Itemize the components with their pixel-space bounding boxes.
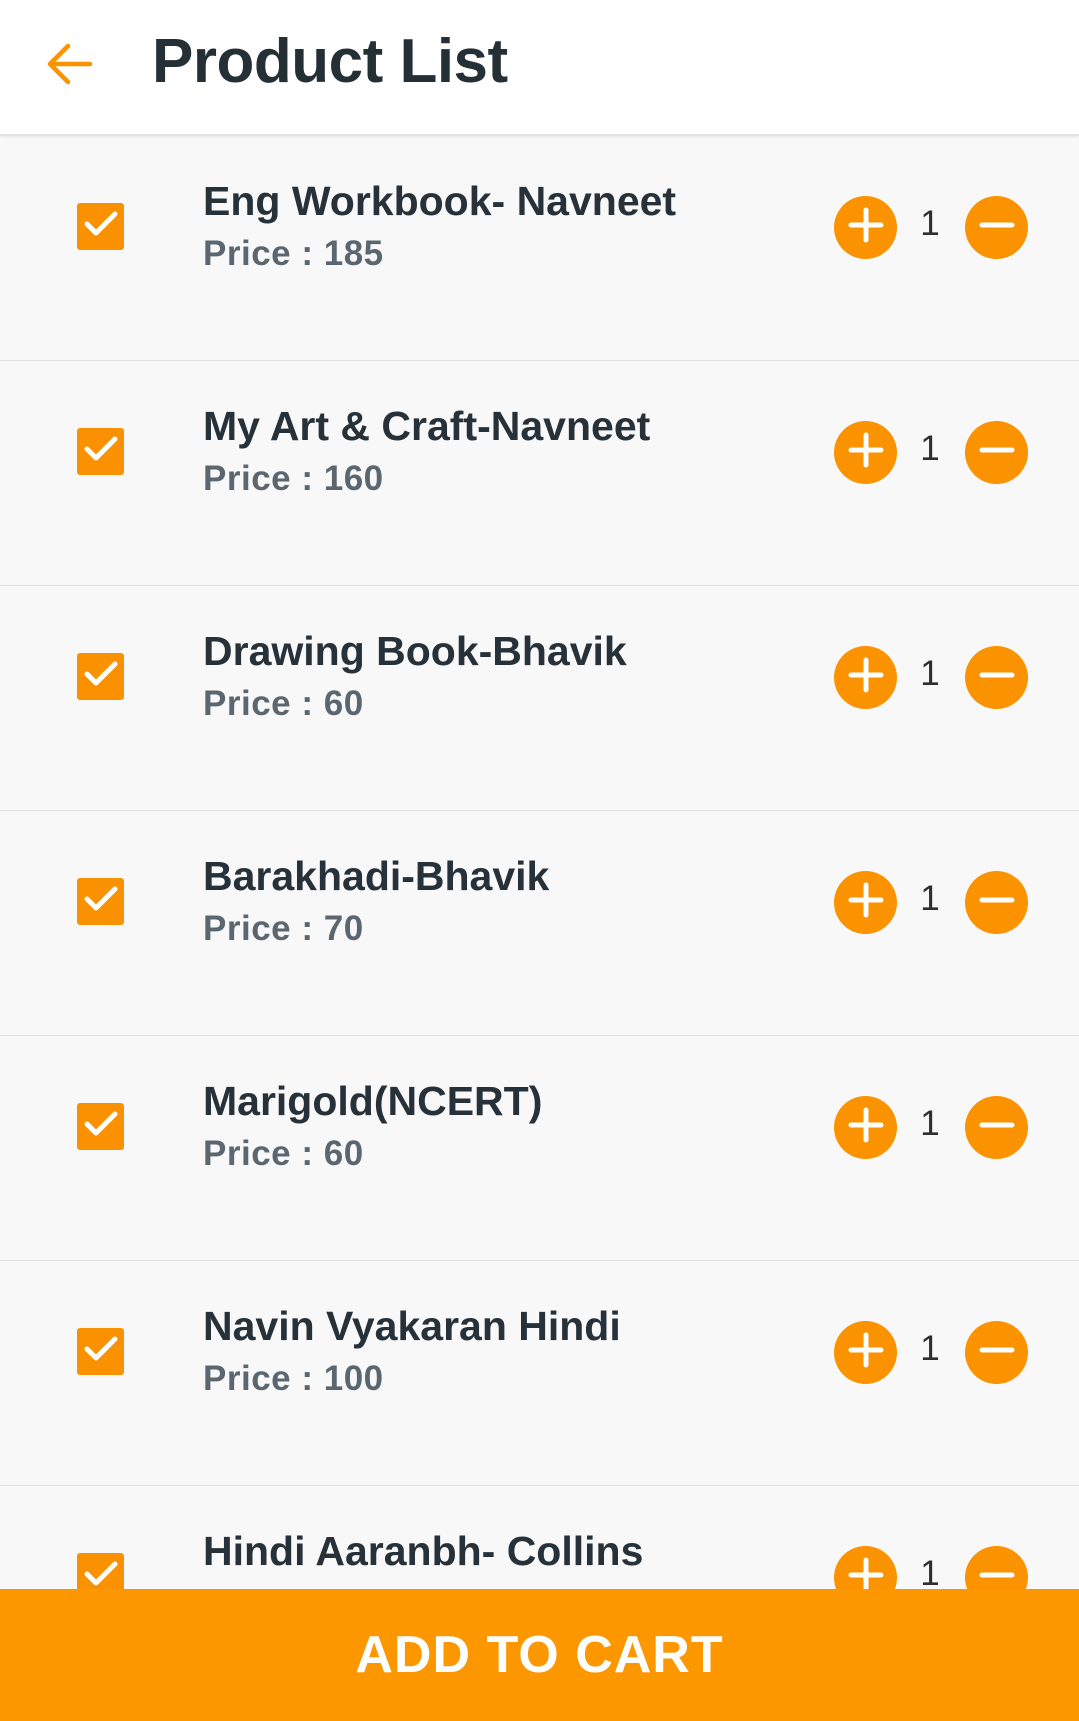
decrease-qty-button[interactable] — [965, 421, 1028, 484]
checkmark-icon — [83, 434, 119, 469]
quantity-value: 1 — [920, 654, 940, 693]
product-name: Drawing Book-Bhavik — [203, 628, 627, 674]
product-checkbox[interactable] — [77, 428, 124, 475]
minus-icon — [978, 1106, 1016, 1149]
increase-qty-button[interactable] — [834, 1096, 897, 1159]
plus-icon — [847, 206, 885, 249]
plus-icon — [847, 881, 885, 924]
checkmark-icon — [83, 209, 119, 244]
product-row: Barakhadi-Bhavik Price : 70 1 — [0, 811, 1079, 1036]
minus-icon — [978, 656, 1016, 699]
increase-qty-button[interactable] — [834, 871, 897, 934]
checkmark-icon — [83, 1334, 119, 1369]
app-screen: Product List Eng Workbook- Navneet Price… — [0, 0, 1079, 1721]
quantity-value: 1 — [920, 1329, 940, 1368]
product-name: Marigold(NCERT) — [203, 1078, 543, 1124]
minus-icon — [978, 206, 1016, 249]
product-row: My Art & Craft-Navneet Price : 160 1 — [0, 361, 1079, 586]
decrease-qty-button[interactable] — [965, 871, 1028, 934]
decrease-qty-button[interactable] — [965, 646, 1028, 709]
minus-icon — [978, 881, 1016, 924]
product-checkbox[interactable] — [77, 1103, 124, 1150]
product-name: Barakhadi-Bhavik — [203, 853, 550, 899]
checkmark-icon — [83, 884, 119, 919]
add-to-cart-label: ADD TO CART — [355, 1626, 724, 1684]
product-price: Price : 60 — [203, 684, 364, 723]
quantity-value: 1 — [920, 429, 940, 468]
page-title: Product List — [152, 27, 508, 96]
product-checkbox[interactable] — [77, 203, 124, 250]
decrease-qty-button[interactable] — [965, 1096, 1028, 1159]
back-button[interactable] — [36, 32, 104, 100]
product-checkbox[interactable] — [77, 1328, 124, 1375]
product-price: Price : 160 — [203, 459, 384, 498]
quantity-value: 1 — [920, 204, 940, 243]
plus-icon — [847, 431, 885, 474]
product-price: Price : 100 — [203, 1359, 384, 1398]
quantity-value: 1 — [920, 1554, 940, 1593]
decrease-qty-button[interactable] — [965, 196, 1028, 259]
product-list: Eng Workbook- Navneet Price : 185 1 My A… — [0, 136, 1079, 1711]
quantity-value: 1 — [920, 879, 940, 918]
product-name: My Art & Craft-Navneet — [203, 403, 651, 449]
checkmark-icon — [83, 659, 119, 694]
plus-icon — [847, 1106, 885, 1149]
product-row: Marigold(NCERT) Price : 60 1 — [0, 1036, 1079, 1261]
product-checkbox[interactable] — [77, 653, 124, 700]
checkmark-icon — [83, 1109, 119, 1144]
product-price: Price : 185 — [203, 234, 384, 273]
increase-qty-button[interactable] — [834, 1321, 897, 1384]
arrow-left-icon — [46, 42, 94, 91]
add-to-cart-button[interactable]: ADD TO CART — [0, 1589, 1079, 1721]
product-price: Price : 60 — [203, 1134, 364, 1173]
decrease-qty-button[interactable] — [965, 1321, 1028, 1384]
product-row: Navin Vyakaran Hindi Price : 100 1 — [0, 1261, 1079, 1486]
plus-icon — [847, 656, 885, 699]
product-name: Navin Vyakaran Hindi — [203, 1303, 621, 1349]
product-price: Price : 70 — [203, 909, 364, 948]
app-bar: Product List — [0, 0, 1079, 136]
product-name: Eng Workbook- Navneet — [203, 178, 677, 224]
minus-icon — [978, 1331, 1016, 1374]
product-checkbox[interactable] — [77, 878, 124, 925]
minus-icon — [978, 431, 1016, 474]
product-row: Drawing Book-Bhavik Price : 60 1 — [0, 586, 1079, 811]
product-row: Eng Workbook- Navneet Price : 185 1 — [0, 136, 1079, 361]
increase-qty-button[interactable] — [834, 421, 897, 484]
increase-qty-button[interactable] — [834, 196, 897, 259]
quantity-value: 1 — [920, 1104, 940, 1143]
product-name: Hindi Aaranbh- Collins — [203, 1528, 644, 1574]
increase-qty-button[interactable] — [834, 646, 897, 709]
plus-icon — [847, 1331, 885, 1374]
